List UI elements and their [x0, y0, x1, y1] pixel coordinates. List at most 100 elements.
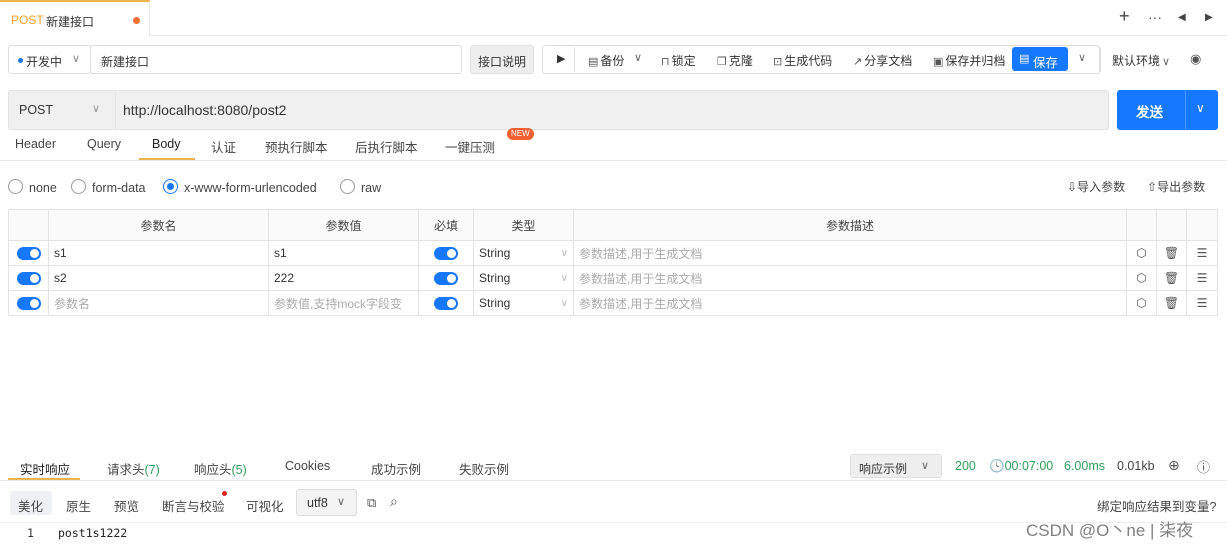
- tab-pre-script[interactable]: 预执行脚本: [265, 137, 328, 156]
- tab-query[interactable]: Query: [87, 137, 121, 151]
- param-name-cell[interactable]: s2: [48, 265, 269, 291]
- clone-label: 克隆: [728, 54, 753, 68]
- clone-button[interactable]: ❐ 克隆: [717, 52, 753, 69]
- save-archive-button[interactable]: ▣ 保存并归档: [933, 52, 1005, 69]
- required-toggle[interactable]: [434, 247, 458, 261]
- param-value-cell[interactable]: 222: [268, 265, 419, 291]
- tab-new-api[interactable]: POST 新建接口: [0, 0, 150, 36]
- clock-icon: 🕓: [989, 459, 1005, 473]
- table-row: s2 222 String ∨ 参数描述,用于生成文档 ⬡ 🗑 ☰: [8, 265, 1218, 291]
- search-icon[interactable]: ⌕: [390, 493, 398, 510]
- param-type-select[interactable]: String ∨: [473, 265, 574, 291]
- tab-post-script[interactable]: 后执行脚本: [355, 137, 418, 156]
- tab-header[interactable]: Header: [15, 137, 56, 151]
- radio-raw[interactable]: [340, 179, 355, 194]
- plus-icon[interactable]: +: [1119, 6, 1130, 27]
- enable-toggle[interactable]: [16, 297, 41, 311]
- chevron-down-icon[interactable]: ∨: [634, 51, 642, 64]
- run-icon[interactable]: ▶: [557, 52, 565, 65]
- view-raw[interactable]: 原生: [66, 496, 91, 515]
- trash-icon[interactable]: 🗑: [1156, 290, 1187, 316]
- required-toggle[interactable]: [434, 297, 458, 311]
- param-name-cell[interactable]: s1: [48, 240, 269, 266]
- copy-icon[interactable]: ⧉: [367, 495, 376, 511]
- tab-body[interactable]: Body: [152, 137, 181, 151]
- col-desc: 参数描述: [573, 209, 1127, 241]
- env-select[interactable]: 默认环境 ∨: [1112, 52, 1170, 69]
- tab-cookies[interactable]: Cookies: [285, 459, 330, 473]
- param-name-input[interactable]: 参数名: [48, 290, 269, 316]
- chevron-down-icon: ∨: [1162, 56, 1171, 68]
- drag-handle-icon[interactable]: ☰: [1186, 290, 1218, 316]
- export-params-button[interactable]: ⇧导出参数: [1147, 178, 1205, 195]
- api-name-input[interactable]: 新建接口: [90, 45, 462, 74]
- param-type-select[interactable]: String ∨: [473, 240, 574, 266]
- backup-button[interactable]: ▤ 备份: [588, 52, 624, 69]
- radio-urlencoded[interactable]: [163, 179, 178, 194]
- tab-success-example[interactable]: 成功示例: [371, 459, 421, 478]
- enable-toggle[interactable]: [16, 272, 41, 286]
- cube-icon[interactable]: ⬡: [1126, 240, 1157, 266]
- tab-stress-test[interactable]: 一键压测: [445, 137, 495, 156]
- status-dot: [18, 58, 23, 63]
- info-icon[interactable]: ⓘ: [1197, 457, 1210, 476]
- import-params-button[interactable]: ⇩导入参数: [1067, 178, 1125, 195]
- radio-form-data[interactable]: [71, 179, 86, 194]
- required-toggle[interactable]: [434, 272, 458, 286]
- param-value-cell[interactable]: s1: [268, 240, 419, 266]
- scroll-left-icon[interactable]: ◀: [1178, 12, 1186, 23]
- url-input[interactable]: http://localhost:8080/post2: [123, 102, 286, 118]
- bind-to-variable-link[interactable]: 绑定响应结果到变量?: [1097, 496, 1216, 515]
- view-visualize[interactable]: 可视化: [246, 496, 284, 515]
- share-doc-button[interactable]: ↗ 分享文档: [853, 52, 912, 69]
- divider: [574, 47, 575, 72]
- param-desc-cell[interactable]: 参数描述,用于生成文档: [573, 265, 1127, 291]
- cube-icon[interactable]: ⬡: [1126, 265, 1157, 291]
- table-header-row: 参数名 参数值 必填 类型 参数描述: [8, 209, 1218, 241]
- drag-handle-icon[interactable]: ☰: [1186, 240, 1218, 266]
- drag-handle-icon[interactable]: ☰: [1186, 265, 1218, 291]
- encoding-select[interactable]: utf8 ∨: [296, 489, 357, 516]
- param-value-input[interactable]: 参数值,支持mock字段变: [268, 290, 419, 316]
- globe-icon[interactable]: ⊕: [1168, 457, 1180, 474]
- response-example-select[interactable]: 响应示例 ∨: [850, 454, 942, 478]
- more-icon[interactable]: ···: [1148, 9, 1162, 25]
- chevron-down-icon: ∨: [560, 297, 568, 309]
- trash-icon[interactable]: 🗑: [1156, 265, 1187, 291]
- lock-label: 锁定: [671, 54, 696, 68]
- encoding-label: utf8: [307, 496, 328, 510]
- api-doc-button[interactable]: 接口说明: [470, 45, 534, 74]
- view-assertions[interactable]: 断言与校验: [162, 496, 225, 515]
- param-desc-input[interactable]: 参数描述,用于生成文档: [573, 290, 1127, 316]
- view-preview[interactable]: 预览: [114, 496, 139, 515]
- tab-live-response[interactable]: 实时响应: [20, 459, 70, 478]
- trash-icon[interactable]: 🗑: [1156, 240, 1187, 266]
- share-doc-label: 分享文档: [864, 54, 913, 68]
- tab-request-headers[interactable]: 请求头(7): [107, 459, 160, 478]
- response-time: 🕓00:07:00: [989, 459, 1053, 474]
- radio-form-data-label: form-data: [92, 181, 146, 195]
- param-desc-cell[interactable]: 参数描述,用于生成文档: [573, 240, 1127, 266]
- param-type-label: String: [479, 296, 511, 310]
- tab-response-headers[interactable]: 响应头(5): [194, 459, 247, 478]
- eye-icon[interactable]: ◉: [1190, 51, 1201, 67]
- method-select[interactable]: POST ∨: [9, 91, 115, 129]
- tab-fail-example[interactable]: 失败示例: [459, 459, 509, 478]
- save-options-chevron-icon[interactable]: ∨: [1078, 51, 1086, 64]
- cube-icon[interactable]: ⬡: [1126, 290, 1157, 316]
- send-options-chevron-icon[interactable]: ∨: [1196, 101, 1205, 115]
- scroll-right-icon[interactable]: ▶: [1205, 12, 1213, 23]
- lock-button[interactable]: ⊓ 锁定: [661, 52, 696, 69]
- view-pretty[interactable]: 美化: [18, 496, 43, 515]
- send-button[interactable]: 发送 ∨: [1117, 90, 1218, 130]
- param-type-select[interactable]: String ∨: [473, 290, 574, 316]
- enable-toggle[interactable]: [16, 247, 41, 261]
- save-label: 保存: [1033, 56, 1059, 70]
- radio-none[interactable]: [8, 179, 23, 194]
- gen-code-button[interactable]: ⊡ 生成代码: [773, 52, 832, 69]
- save-button[interactable]: ▤ 保存: [1012, 47, 1068, 71]
- unsaved-dot: [133, 17, 140, 24]
- status-select[interactable]: 开发中 ∨: [8, 45, 91, 74]
- tab-label: 响应头: [194, 463, 232, 477]
- tab-auth[interactable]: 认证: [211, 137, 236, 156]
